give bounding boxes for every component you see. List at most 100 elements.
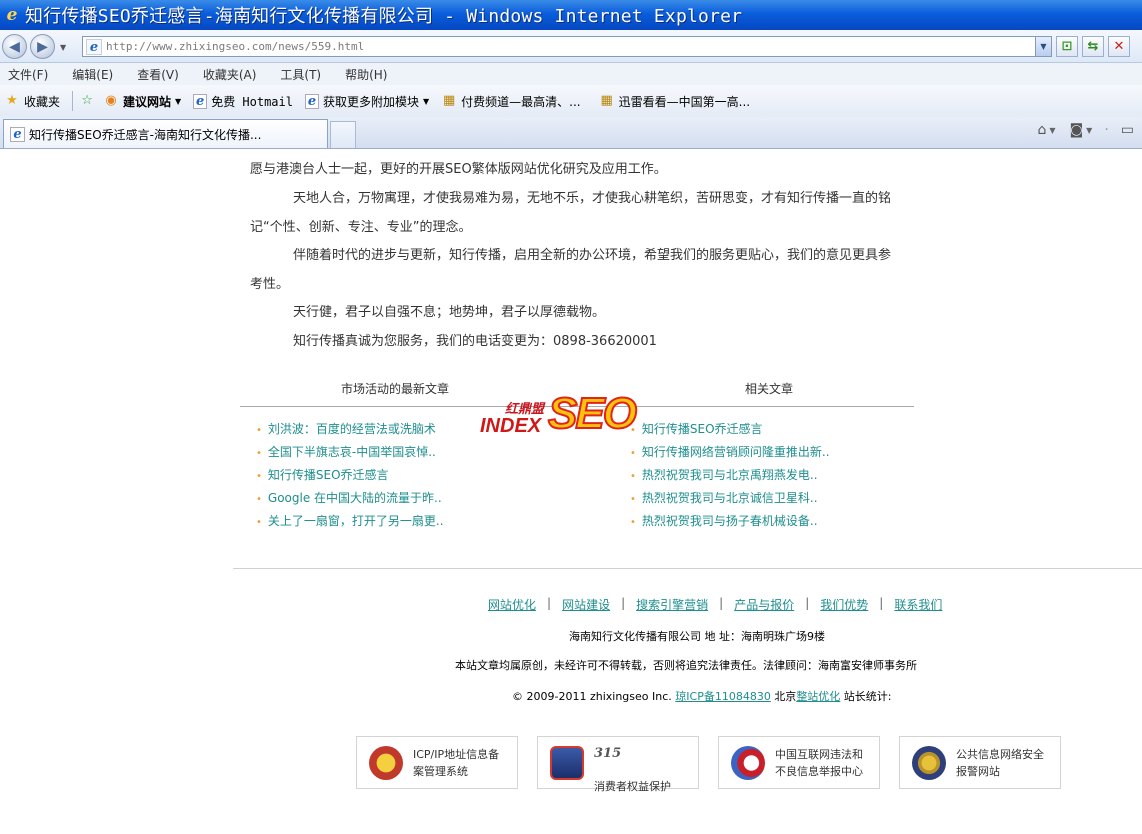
footer-separator: |: [621, 596, 626, 610]
footer-link-web-build[interactable]: 网站建设: [562, 596, 610, 613]
footer-divider: [233, 568, 1142, 569]
fav-addons[interactable]: e 获取更多附加模块 ▼: [305, 93, 429, 110]
list-item[interactable]: • 热烈祝贺我司与北京诚信卫星科..: [630, 487, 830, 510]
bullet-icon: •: [630, 448, 636, 459]
footer-link-pricing[interactable]: 产品与报价: [734, 596, 794, 613]
watermark-index-text: INDEX: [480, 415, 542, 437]
menu-file[interactable]: 文件(F): [8, 66, 48, 83]
latest-articles-heading: 市场活动的最新文章: [341, 382, 450, 396]
divider: [240, 406, 914, 407]
article-link[interactable]: 全国下半旗志哀-中国举国哀悼..: [268, 445, 436, 459]
tab-active[interactable]: e 知行传播SEO乔迁感言-海南知行文化传播...: [3, 119, 328, 148]
menu-bar: 文件(F) 编辑(E) 查看(V) 收藏夹(A) 工具(T) 帮助(H): [0, 63, 1142, 85]
compatibility-icon: ⊡: [1061, 39, 1073, 54]
badge-number: 315: [594, 746, 622, 761]
back-button[interactable]: ◀: [2, 34, 27, 59]
footer-link-contact[interactable]: 联系我们: [894, 596, 942, 613]
feeds-icon[interactable]: ◙: [1070, 122, 1084, 138]
footer-nav: 网站优化 | 网站建设 | 搜索引擎营销 | 产品与报价 | 我们优势 | 联系…: [488, 596, 942, 613]
add-to-favorites-button[interactable]: ☆: [79, 93, 99, 109]
fav-hotmail[interactable]: e 免费 Hotmail: [193, 93, 293, 110]
article-link[interactable]: Google 在中国大陆的流量于昨..: [268, 491, 442, 505]
footer-link-seo[interactable]: 网站优化: [488, 596, 536, 613]
refresh-button[interactable]: ⇆: [1082, 36, 1104, 57]
read-mail-icon[interactable]: ·: [1104, 122, 1108, 138]
window-title-bar: e 知行传播SEO乔迁感言-海南知行文化传播有限公司 - Windows Int…: [0, 0, 1142, 30]
seo-link[interactable]: 整站优化: [796, 690, 840, 703]
badge-illegal-info-report[interactable]: 中国互联网违法和 不良信息举报中心: [718, 736, 880, 789]
list-item[interactable]: • 刘洪波：百度的经营法或洗脑术: [256, 418, 444, 441]
bullet-icon: •: [630, 471, 636, 482]
article-link[interactable]: 知行传播SEO乔迁感言: [642, 422, 763, 436]
badge-icp[interactable]: ICP/IP地址信息备 案管理系统: [356, 736, 518, 789]
footer-separator: |: [879, 596, 884, 610]
bullet-icon: •: [256, 494, 262, 505]
article-link[interactable]: 热烈祝贺我司与北京诚信卫星科..: [642, 491, 818, 505]
article-paragraph: 天地人合，万物寓理，才使我易难为易，无地不乐，才使我心耕笔织，苦研思变，才有知行…: [250, 191, 892, 235]
favorites-button[interactable]: ★ 收藏夹: [4, 93, 60, 110]
add-favorite-star-icon: ☆: [81, 93, 93, 108]
menu-view[interactable]: 查看(V): [137, 66, 179, 83]
print-icon[interactable]: ▭: [1121, 122, 1134, 138]
fav-addons-label: 获取更多附加模块: [323, 94, 420, 109]
bullet-icon: •: [630, 517, 636, 528]
list-item[interactable]: • 知行传播网络营销顾问隆重推出新..: [630, 441, 830, 464]
badge-consumer-protection[interactable]: 315 消费者权益保护: [537, 736, 699, 793]
compatibility-view-button[interactable]: ⊡: [1056, 36, 1078, 57]
bullet-icon: •: [256, 471, 262, 482]
address-field[interactable]: e http://www.zhixingseo.com/news/559.htm…: [82, 36, 1052, 57]
badge-label-group: 315 消费者权益保护: [594, 730, 671, 795]
copyright-line: © 2009-2011 zhixingseo Inc. 琼ICP备1108483…: [512, 688, 892, 704]
article-paragraph: 天行健，君子以自强不息；地势坤，君子以厚德载物。: [293, 305, 606, 320]
fav-hotmail-label: 免费 Hotmail: [211, 94, 293, 109]
fav-suggested-sites[interactable]: ◉ 建议网站 ▼: [103, 93, 181, 110]
list-item[interactable]: • 关上了一扇窗，打开了另一扇更..: [256, 510, 444, 533]
footer-separator: |: [719, 596, 724, 610]
menu-edit[interactable]: 编辑(E): [72, 66, 113, 83]
article-link[interactable]: 知行传播网络营销顾问隆重推出新..: [642, 445, 830, 459]
list-item[interactable]: • 全国下半旗志哀-中国举国哀悼..: [256, 441, 444, 464]
list-item[interactable]: • Google 在中国大陆的流量于昨..: [256, 487, 444, 510]
chevron-down-icon[interactable]: ▼: [1049, 126, 1055, 135]
menu-help[interactable]: 帮助(H): [345, 66, 387, 83]
article-link[interactable]: 热烈祝贺我司与北京禹翔燕发电..: [642, 468, 818, 482]
article-link[interactable]: 关上了一扇窗，打开了另一扇更..: [268, 514, 444, 528]
stop-icon: ✕: [1113, 39, 1125, 54]
list-item[interactable]: • 热烈祝贺我司与扬子春机械设备..: [630, 510, 830, 533]
badge-network-police[interactable]: 公共信息网络安全 报警网站: [899, 736, 1061, 789]
footer-link-advantages[interactable]: 我们优势: [820, 596, 868, 613]
footer-link-sem[interactable]: 搜索引擎营销: [636, 596, 708, 613]
bullet-icon: •: [256, 448, 262, 459]
article-link[interactable]: 知行传播SEO乔迁感言: [268, 468, 389, 482]
menu-favorites[interactable]: 收藏夹(A): [203, 66, 257, 83]
article-link[interactable]: 刘洪波：百度的经营法或洗脑术: [268, 422, 436, 436]
new-tab-button[interactable]: [330, 121, 356, 148]
badge-label: 公共信息网络安全 报警网站: [956, 747, 1044, 778]
article-paragraph: 愿与港澳台人士一起，更好的开展SEO繁体版网站优化研究及应用工作。: [250, 162, 667, 177]
article-link[interactable]: 热烈祝贺我司与扬子春机械设备..: [642, 514, 818, 528]
list-item[interactable]: • 知行传播SEO乔迁感言: [256, 464, 444, 487]
watermark-seo-text: SEO: [547, 388, 638, 439]
stop-button[interactable]: ✕: [1108, 36, 1130, 57]
window-title: 知行传播SEO乔迁感言-海南知行文化传播有限公司 - Windows Inter…: [25, 6, 743, 27]
report-center-logo-icon: [731, 745, 765, 780]
fav-paid-channel[interactable]: ▦ 付费频道—最高清、...: [441, 93, 581, 110]
address-toolbar: ◀ ▶ ▼ e http://www.zhixingseo.com/news/5…: [0, 30, 1142, 63]
chevron-down-icon[interactable]: ▼: [1086, 126, 1092, 135]
stats-text: 站长统计:: [840, 690, 892, 703]
bullet-icon: •: [630, 425, 636, 436]
list-item[interactable]: • 热烈祝贺我司与北京禹翔燕发电..: [630, 464, 830, 487]
fav-xunlei[interactable]: ▦ 迅雷看看—中国第一高...: [599, 93, 750, 110]
url-text[interactable]: http://www.zhixingseo.com/news/559.html: [106, 40, 1035, 53]
menu-tools[interactable]: 工具(T): [280, 66, 321, 83]
suggested-sites-icon: ◉: [105, 93, 117, 108]
address-dropdown-icon[interactable]: ▼: [1035, 37, 1051, 56]
home-icon[interactable]: ⌂: [1038, 122, 1047, 138]
forward-button[interactable]: ▶: [30, 34, 55, 59]
recent-pages-dropdown-icon[interactable]: ▼: [60, 43, 66, 52]
back-arrow-icon: ◀: [9, 38, 20, 55]
list-item[interactable]: • 知行传播SEO乔迁感言: [630, 418, 830, 441]
icp-link[interactable]: 琼ICP备11084830: [675, 690, 771, 703]
footer-separator: |: [805, 596, 810, 610]
related-articles-list: • 知行传播SEO乔迁感言 • 知行传播网络营销顾问隆重推出新.. • 热烈祝贺我司与…: [630, 418, 830, 533]
